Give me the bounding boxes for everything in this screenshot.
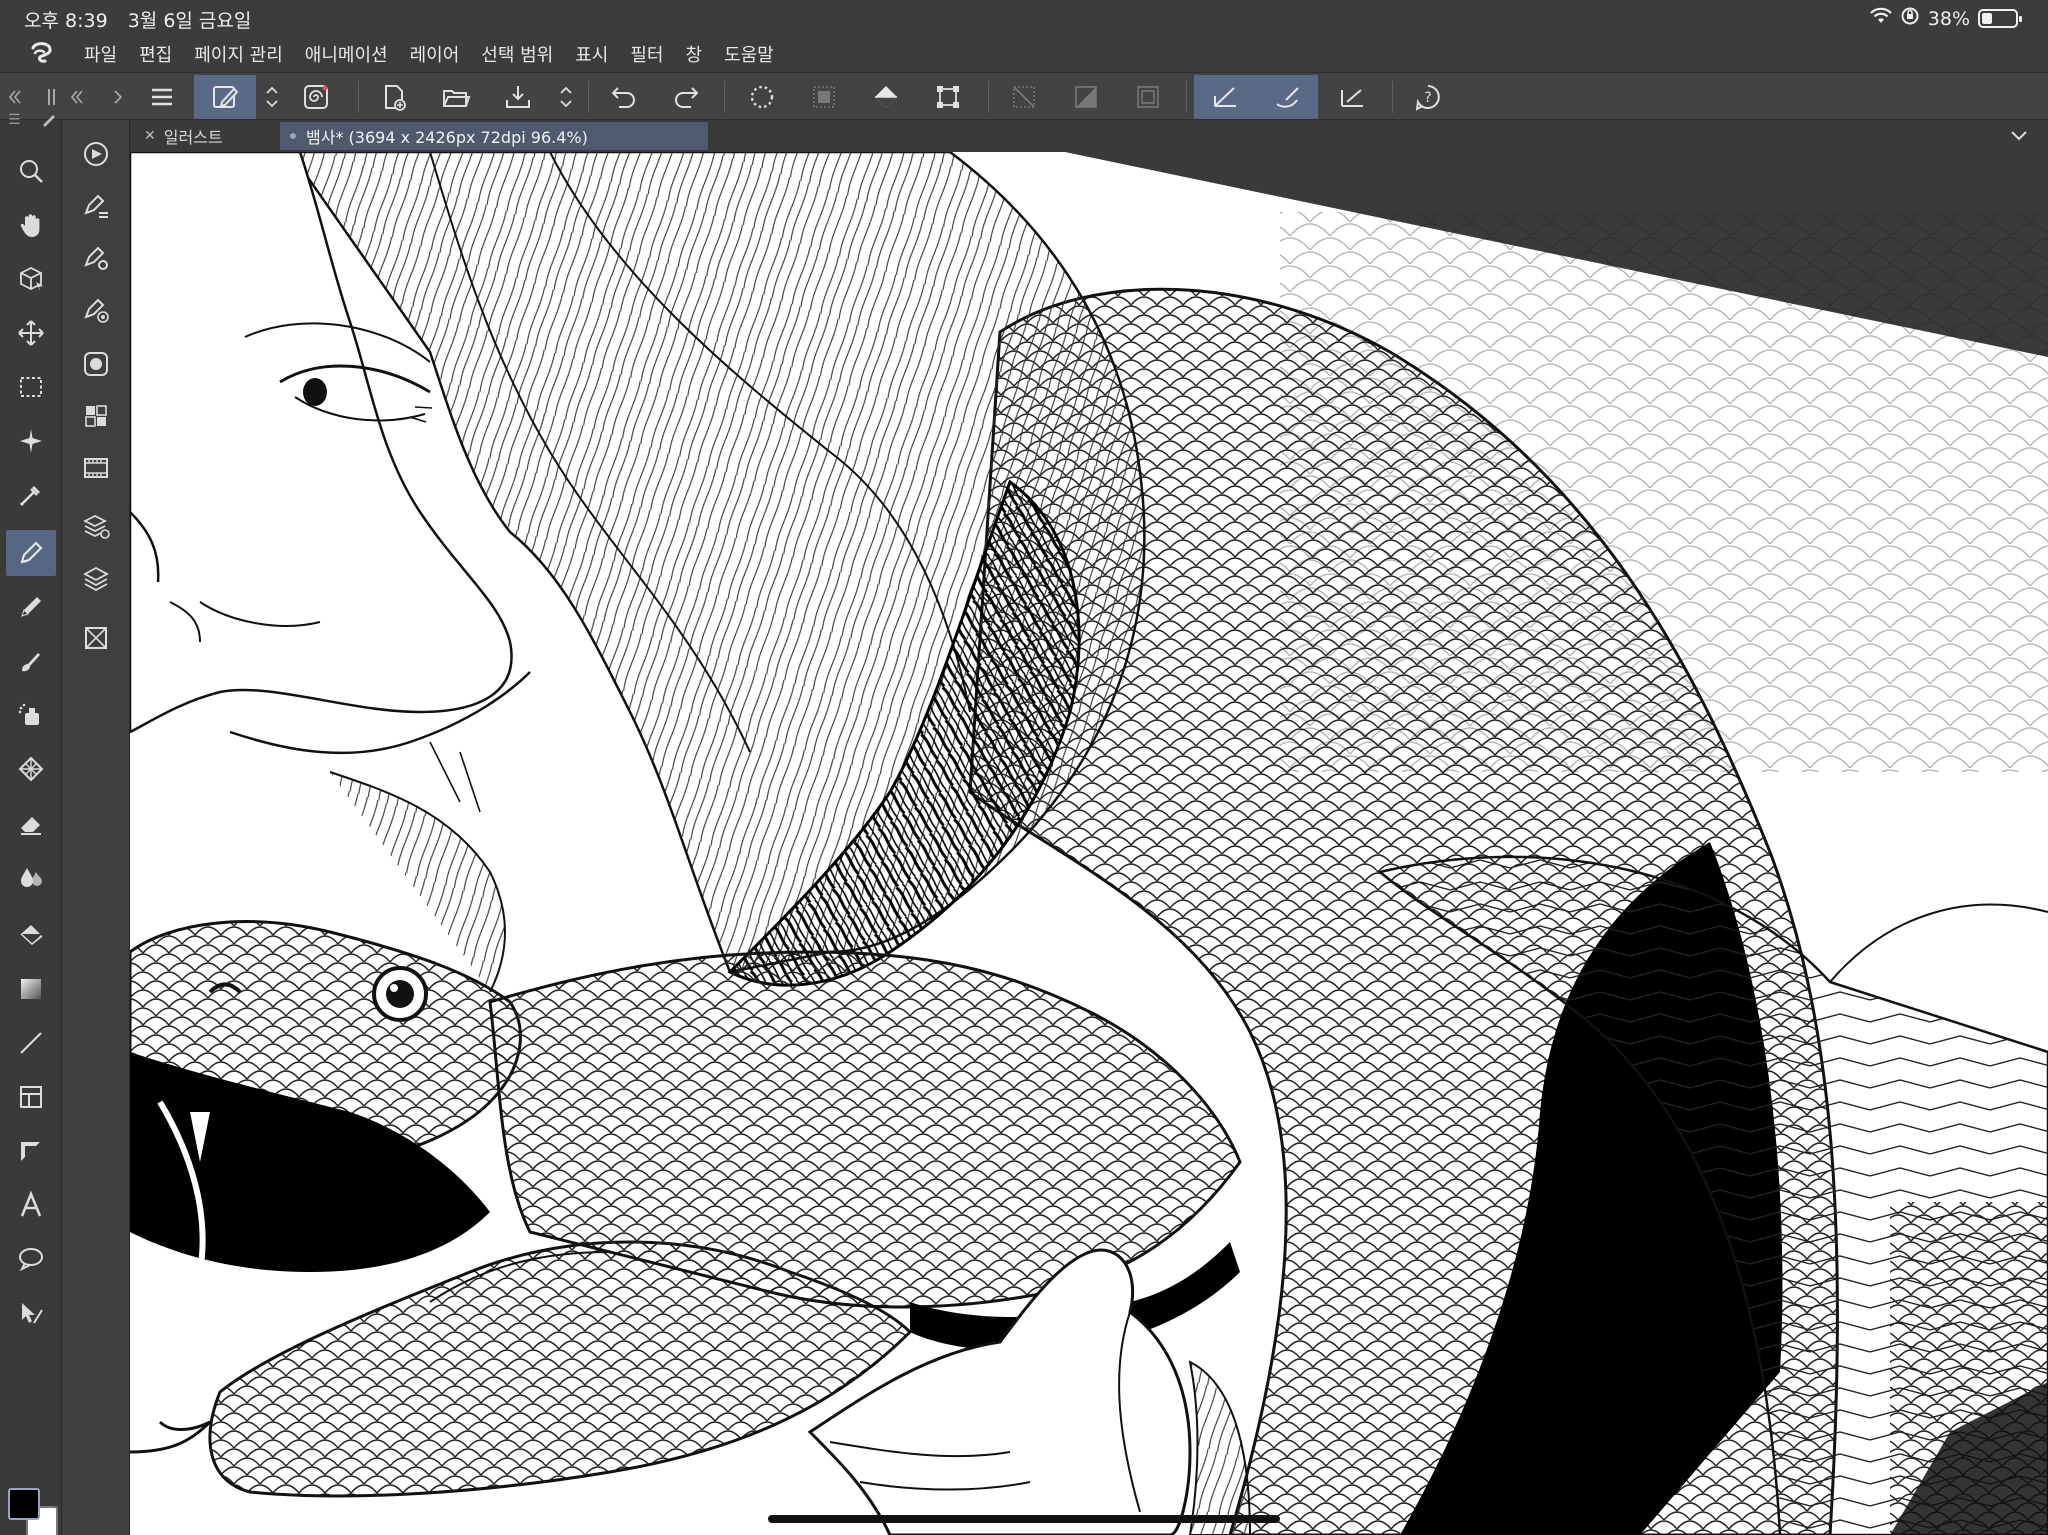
close-icon[interactable]: ✕ bbox=[144, 128, 156, 144]
tab-label: 뱀사* (3694 x 2426px 72dpi 96.4%) bbox=[306, 128, 588, 147]
ruler-icon[interactable] bbox=[6, 1128, 56, 1174]
ruler-icon[interactable] bbox=[1328, 75, 1376, 119]
blend-icon[interactable] bbox=[6, 854, 56, 900]
up-down-arrows-icon[interactable] bbox=[552, 75, 580, 119]
sub-tool-pen-list-icon[interactable] bbox=[72, 184, 120, 228]
spiral-icon[interactable] bbox=[292, 75, 340, 119]
collapse-left-icon[interactable] bbox=[62, 75, 90, 119]
command-bar: ? bbox=[0, 72, 2048, 120]
menu-help[interactable]: 도움말 bbox=[724, 41, 774, 67]
border-icon[interactable] bbox=[1124, 75, 1172, 119]
chevron-down-icon[interactable] bbox=[2008, 124, 2030, 146]
pencil-small-icon[interactable] bbox=[40, 110, 58, 132]
eyedropper-icon[interactable] bbox=[6, 472, 56, 518]
hamburger-icon[interactable] bbox=[138, 75, 186, 119]
menu-file[interactable]: 파일 bbox=[84, 41, 117, 67]
menu-animation[interactable]: 애니메이션 bbox=[305, 41, 388, 67]
up-down-arrows-icon[interactable] bbox=[258, 75, 286, 119]
menu-bar: 파일 편집 페이지 관리 애니메이션 레이어 선택 범위 표시 필터 창 도움말 bbox=[0, 36, 2048, 72]
fill-bucket-icon[interactable] bbox=[862, 75, 910, 119]
color-set-icon[interactable] bbox=[72, 394, 120, 438]
fill-selection-icon[interactable] bbox=[800, 75, 848, 119]
line-icon[interactable] bbox=[6, 1020, 56, 1066]
brush-icon[interactable] bbox=[6, 638, 56, 684]
sub-palette-column bbox=[62, 120, 130, 1535]
canvas-area[interactable] bbox=[130, 152, 2048, 1535]
panel-menu-icon[interactable]: ☰ bbox=[8, 112, 21, 128]
eraser-icon[interactable] bbox=[6, 800, 56, 846]
tab-snake-doc[interactable]: 뱀사* (3694 x 2426px 72dpi 96.4%) bbox=[280, 122, 708, 150]
undo-icon[interactable] bbox=[600, 75, 648, 119]
clear-selection-icon[interactable] bbox=[1000, 75, 1048, 119]
menu-filter[interactable]: 필터 bbox=[630, 41, 663, 67]
expand-right-icon[interactable] bbox=[104, 75, 132, 119]
fill-icon[interactable] bbox=[6, 912, 56, 958]
airbrush-icon[interactable] bbox=[6, 692, 56, 738]
battery-icon bbox=[1978, 9, 2022, 28]
frame-icon[interactable] bbox=[6, 1074, 56, 1120]
clock: 오후 8:39 bbox=[24, 10, 108, 32]
date: 3월 6일 금요일 bbox=[127, 10, 252, 32]
color-wheel-icon[interactable] bbox=[72, 342, 120, 386]
unsaved-dot-icon bbox=[290, 133, 296, 139]
menu-layer[interactable]: 레이어 bbox=[410, 41, 460, 67]
material-icon[interactable] bbox=[72, 616, 120, 660]
save-icon[interactable] bbox=[494, 75, 542, 119]
correct-line-icon[interactable] bbox=[6, 1290, 56, 1336]
balloon-icon[interactable] bbox=[6, 1236, 56, 1282]
dotted-circle-icon[interactable] bbox=[738, 75, 786, 119]
status-right: 38% bbox=[1869, 6, 2022, 31]
artwork-canvas[interactable] bbox=[130, 152, 2048, 1535]
edit-pen-icon[interactable] bbox=[194, 75, 256, 119]
color-chips[interactable] bbox=[6, 1488, 60, 1535]
new-document-icon[interactable] bbox=[370, 75, 418, 119]
status-time: 오후 8:39 3월 6일 금요일 bbox=[24, 6, 251, 33]
menu-view[interactable]: 표시 bbox=[575, 41, 608, 67]
3d-object-icon[interactable] bbox=[6, 256, 56, 302]
svg-text:?: ? bbox=[1424, 90, 1431, 106]
open-folder-icon[interactable] bbox=[432, 75, 480, 119]
magnifier-icon[interactable] bbox=[6, 148, 56, 194]
home-indicator[interactable] bbox=[768, 1515, 1280, 1523]
gradient-icon[interactable] bbox=[6, 966, 56, 1012]
orientation-lock-icon bbox=[1900, 6, 1920, 31]
tab-label: 일러스트 bbox=[163, 128, 223, 147]
magic-wand-icon[interactable] bbox=[6, 418, 56, 464]
document-tabs: ✕ 일러스트 뱀사* (3694 x 2426px 72dpi 96.4%) bbox=[130, 120, 2048, 152]
layer-property-icon[interactable] bbox=[72, 504, 120, 548]
move-icon[interactable] bbox=[6, 310, 56, 356]
menu-edit[interactable]: 편집 bbox=[139, 41, 172, 67]
menu-page-management[interactable]: 페이지 관리 bbox=[194, 41, 283, 67]
app-logo-icon[interactable] bbox=[22, 36, 62, 72]
battery-fill bbox=[1982, 13, 1992, 24]
tool-palette: ☰ bbox=[0, 112, 62, 1535]
marquee-icon[interactable] bbox=[6, 364, 56, 410]
text-icon[interactable] bbox=[6, 1182, 56, 1228]
help-icon[interactable]: ? bbox=[1404, 75, 1452, 119]
snap-ruler-icon[interactable] bbox=[1194, 75, 1256, 119]
navigator-icon[interactable] bbox=[72, 132, 120, 176]
snap-brush-icon[interactable] bbox=[1256, 75, 1318, 119]
menu-selection[interactable]: 선택 범위 bbox=[481, 41, 553, 67]
status-bar: 오후 8:39 3월 6일 금요일 38% bbox=[0, 0, 2048, 36]
tab-illustration[interactable]: ✕ 일러스트 bbox=[134, 122, 233, 150]
battery-percent: 38% bbox=[1927, 7, 1970, 30]
main-color-chip[interactable] bbox=[8, 1488, 40, 1520]
gradient-icon[interactable] bbox=[1062, 75, 1110, 119]
menu-window[interactable]: 창 bbox=[686, 41, 703, 67]
wifi-icon bbox=[1869, 7, 1892, 30]
transform-icon[interactable] bbox=[924, 75, 972, 119]
brush-size-icon[interactable] bbox=[72, 288, 120, 332]
timeline-icon[interactable] bbox=[72, 446, 120, 490]
tool-property-icon[interactable] bbox=[72, 236, 120, 280]
pen-icon[interactable] bbox=[6, 530, 56, 576]
pencil-icon[interactable] bbox=[6, 584, 56, 630]
redo-icon[interactable] bbox=[662, 75, 710, 119]
pattern-icon[interactable] bbox=[6, 746, 56, 792]
hand-icon[interactable] bbox=[6, 202, 56, 248]
layers-icon[interactable] bbox=[72, 556, 120, 600]
